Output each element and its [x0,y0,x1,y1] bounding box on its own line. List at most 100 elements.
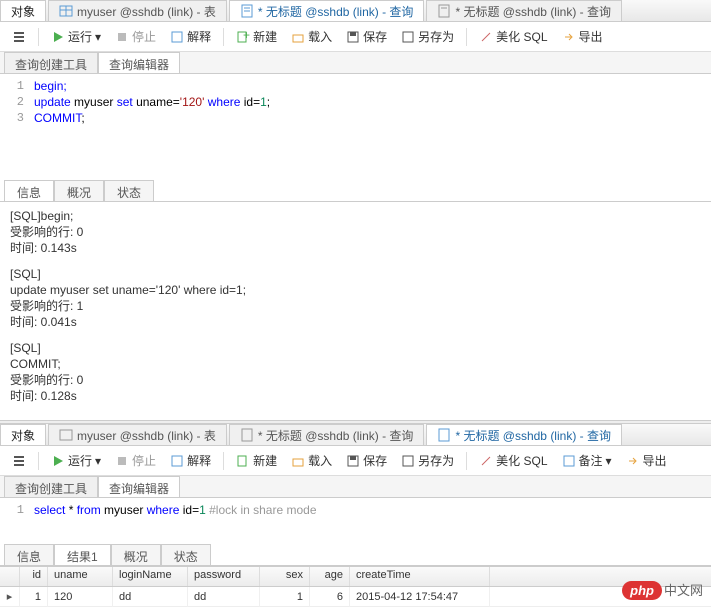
stop-button[interactable]: 停止 [111,450,160,471]
status-tab[interactable]: 状态 [104,180,154,201]
msg-line: [SQL] [10,340,701,356]
play-icon [51,454,65,468]
top-tabbar: 对象 myuser @sshdb (link) - 表 * 无标题 @sshdb… [0,0,711,22]
msg-line: 时间: 0.041s [10,314,701,330]
editor-tab[interactable]: 查询编辑器 [98,52,180,73]
cell-age[interactable]: 6 [310,587,350,607]
tab-objects[interactable]: 对象 [0,0,46,21]
notes-button[interactable]: 备注 ▾ [558,450,616,471]
result1-tab[interactable]: 结果1 [54,544,111,565]
load-button[interactable]: 载入 [287,26,336,47]
load-button[interactable]: 载入 [287,450,336,471]
explain-button[interactable]: 解释 [166,450,215,471]
explain-icon [170,454,184,468]
tab-objects-b[interactable]: 对象 [0,424,46,445]
table-icon [59,428,73,442]
export-icon [562,30,576,44]
stop-icon [115,30,129,44]
save-button[interactable]: 保存 [342,450,391,471]
query-icon [437,4,451,18]
tab-query-b1[interactable]: * 无标题 @sshdb (link) - 查询 [229,424,425,445]
tab-query-1[interactable]: * 无标题 @sshdb (link) - 查询 [229,0,425,21]
tab-table[interactable]: myuser @sshdb (link) - 表 [48,0,227,21]
tab-table-b[interactable]: myuser @sshdb (link) - 表 [48,424,227,445]
builder-tab[interactable]: 查询创建工具 [4,476,98,497]
query-icon [437,428,451,442]
save-icon [346,30,360,44]
col-createtime[interactable]: createTime [350,567,490,586]
load-icon [291,454,305,468]
beautify-button[interactable]: 美化 SQL [475,450,551,471]
cell-password[interactable]: dd [188,587,260,607]
msg-line: 受影响的行: 0 [10,372,701,388]
row-pointer-icon: ▸ [0,587,20,607]
save-icon [346,454,360,468]
cell-id[interactable]: 1 [20,587,48,607]
new-button[interactable]: 新建 [232,450,281,471]
col-age[interactable]: age [310,567,350,586]
top-toolbar: 运行 ▾ 停止 解释 +新建 载入 保存 另存为 美化 SQL 导出 [0,22,711,52]
saveas-button[interactable]: 另存为 [397,450,458,471]
watermark-text: 中文网 [664,583,703,598]
msg-line: COMMIT; [10,356,701,372]
beautify-button[interactable]: 美化 SQL [475,26,551,47]
bottom-subtabs: 查询创建工具 查询编辑器 [0,476,711,498]
msg-line: [SQL] [10,266,701,282]
saveas-icon [401,454,415,468]
msg-line: 受影响的行: 0 [10,224,701,240]
stop-button[interactable]: 停止 [111,26,160,47]
menu-button[interactable] [8,28,30,46]
export-button[interactable]: 导出 [558,26,607,47]
info-tab[interactable]: 信息 [4,544,54,565]
export-icon [626,454,640,468]
table-icon [59,4,73,18]
msg-line: update myuser set uname='120' where id=1… [10,282,701,298]
run-button[interactable]: 运行 ▾ [47,450,105,471]
load-icon [291,30,305,44]
cell-uname[interactable]: 120 [48,587,113,607]
stop-icon [115,454,129,468]
saveas-button[interactable]: 另存为 [397,26,458,47]
col-password[interactable]: password [188,567,260,586]
cell-login[interactable]: dd [113,587,188,607]
builder-tab[interactable]: 查询创建工具 [4,52,98,73]
msg-line: 时间: 0.128s [10,388,701,404]
cell-createtime[interactable]: 2015-04-12 17:54:47 [350,587,490,607]
saveas-icon [401,30,415,44]
sql-editor-bottom[interactable]: 1select * from myuser where id=1 #lock i… [0,498,711,526]
editor-tab[interactable]: 查询编辑器 [98,476,180,497]
notes-icon [562,454,576,468]
bottom-tabbar: 对象 myuser @sshdb (link) - 表 * 无标题 @sshdb… [0,424,711,446]
col-sex[interactable]: sex [260,567,310,586]
wand-icon [479,454,493,468]
play-icon [51,30,65,44]
status-tab[interactable]: 状态 [161,544,211,565]
tab-query-b2[interactable]: * 无标题 @sshdb (link) - 查询 [426,424,622,445]
explain-icon [170,30,184,44]
msg-line: [SQL]begin; [10,208,701,224]
menu-button[interactable] [8,452,30,470]
table-row[interactable]: ▸ 1 120 dd dd 1 6 2015-04-12 17:54:47 [0,587,711,607]
explain-button[interactable]: 解释 [166,26,215,47]
save-button[interactable]: 保存 [342,26,391,47]
svg-text:+: + [243,30,250,42]
query-icon [240,4,254,18]
profile-tab[interactable]: 概况 [111,544,161,565]
tab-query-2[interactable]: * 无标题 @sshdb (link) - 查询 [426,0,622,21]
cell-sex[interactable]: 1 [260,587,310,607]
message-panel: [SQL]begin; 受影响的行: 0 时间: 0.143s [SQL] up… [0,202,711,420]
col-id[interactable]: id [20,567,48,586]
col-login[interactable]: loginName [113,567,188,586]
info-tab[interactable]: 信息 [4,180,54,201]
watermark-badge: php [622,581,662,600]
msg-line: 时间: 0.143s [10,240,701,256]
sql-editor-top[interactable]: 1begin; 2update myuser set uname='120' w… [0,74,711,130]
top-subtabs: 查询创建工具 查询编辑器 [0,52,711,74]
col-uname[interactable]: uname [48,567,113,586]
new-icon: + [236,30,250,44]
export-button[interactable]: 导出 [622,450,671,471]
run-button[interactable]: 运行 ▾ [47,26,105,47]
profile-tab[interactable]: 概况 [54,180,104,201]
query-icon [240,428,254,442]
new-button[interactable]: +新建 [232,26,281,47]
